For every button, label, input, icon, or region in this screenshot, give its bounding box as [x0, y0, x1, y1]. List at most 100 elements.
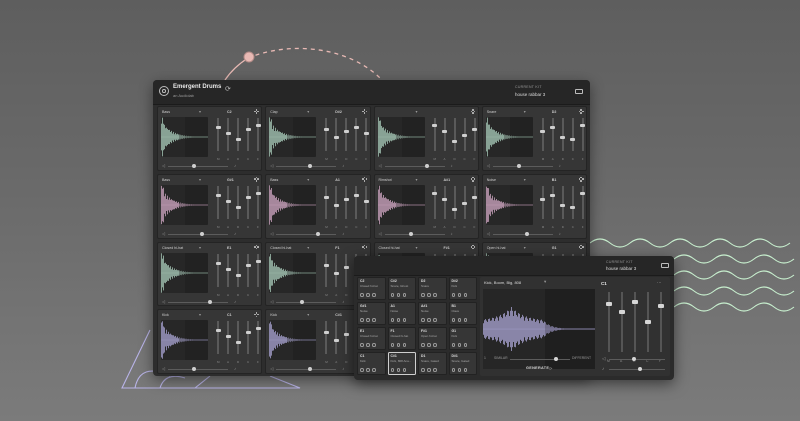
- volume-thumb[interactable]: [408, 231, 413, 236]
- envelope-fader[interactable]: [235, 185, 241, 219]
- refresh-small-icon[interactable]: ⟳: [549, 366, 552, 371]
- fader-knob[interactable]: [333, 136, 339, 139]
- pad-sample-name[interactable]: Closed hi-hat: [270, 246, 291, 250]
- pad-sample-name[interactable]: Bass: [162, 178, 170, 182]
- note-cell[interactable]: D#2 Kick: [448, 277, 477, 300]
- fader-knob[interactable]: [550, 126, 556, 129]
- envelope-fader[interactable]: [323, 118, 329, 151]
- envelope-fader[interactable]: [432, 185, 437, 219]
- fader-knob[interactable]: [245, 128, 251, 131]
- lock-icon[interactable]: [396, 318, 400, 322]
- similarity-slider[interactable]: 1 SIMILAR DIFFERENT: [484, 356, 594, 362]
- volume-thumb[interactable]: [524, 231, 529, 236]
- pad-waveform[interactable]: [269, 320, 317, 361]
- envelope-fader[interactable]: [550, 118, 556, 151]
- fader-knob[interactable]: [225, 132, 231, 135]
- pad-sample-name[interactable]: Bass: [162, 110, 170, 114]
- fader-knob[interactable]: [353, 193, 359, 197]
- volume-thumb[interactable]: [192, 367, 196, 372]
- note-cell[interactable]: D#1 Snare, Gated: [448, 352, 477, 375]
- fader-knob[interactable]: [235, 273, 241, 277]
- envelope-fader[interactable]: [550, 185, 556, 219]
- drum-pad[interactable]: Bass ▾ A1 M A D C F ◁ ♪: [265, 173, 371, 239]
- fader-knob[interactable]: [323, 331, 329, 335]
- sec-folder-icon[interactable]: [661, 263, 669, 268]
- envelope-fader[interactable]: [452, 118, 457, 151]
- fader-knob[interactable]: [353, 126, 359, 129]
- lock-icon[interactable]: [396, 343, 400, 347]
- fader-knob[interactable]: [333, 203, 339, 207]
- pad-waveform[interactable]: [377, 117, 425, 157]
- note-cell[interactable]: G1 Kick: [448, 327, 477, 350]
- fader-knob[interactable]: [255, 124, 261, 127]
- chevron-down-icon[interactable]: ▾: [416, 245, 418, 250]
- pad-volume-slider[interactable]: ◁ ♪: [270, 163, 369, 169]
- dice-icon[interactable]: [372, 343, 376, 347]
- volume-thumb[interactable]: [316, 231, 321, 236]
- play-icon[interactable]: [390, 343, 394, 347]
- envelope-fader[interactable]: [452, 185, 457, 219]
- fader-knob[interactable]: [619, 310, 625, 314]
- fader-knob[interactable]: [560, 203, 566, 207]
- envelope-fader[interactable]: [225, 321, 231, 355]
- drum-pad[interactable]: Closed hi-hat ▾ E1 M A D C F ◁ ♪: [157, 241, 263, 307]
- envelope-fader[interactable]: [255, 253, 261, 287]
- note-cell[interactable]: G#1 Noise: [357, 302, 386, 325]
- envelope-fader[interactable]: [215, 118, 221, 151]
- lock-icon[interactable]: [427, 368, 431, 372]
- note-cell[interactable]: C2 Closed hi-hat: [357, 277, 386, 300]
- fader-knob[interactable]: [323, 263, 329, 267]
- drag-handle-icon[interactable]: [362, 109, 368, 114]
- lock-icon[interactable]: [457, 318, 461, 322]
- envelope-fader[interactable]: [619, 292, 625, 352]
- drum-pad[interactable]: ▾ M A D C F ◁ ♪: [373, 106, 479, 171]
- envelope-fader[interactable]: [363, 118, 369, 151]
- lock-icon[interactable]: [427, 293, 431, 297]
- play-icon[interactable]: [421, 343, 425, 347]
- fader-knob[interactable]: [343, 130, 349, 133]
- fader-knob[interactable]: [452, 207, 457, 211]
- note-cell[interactable]: C#2 Snare, Ghost: [387, 277, 416, 300]
- envelope-fader[interactable]: [462, 118, 467, 151]
- pad-volume-slider[interactable]: ◁ ♪: [270, 231, 369, 237]
- drag-handle-icon[interactable]: [254, 109, 259, 114]
- chevron-down-icon[interactable]: ▾: [199, 245, 201, 250]
- fader-knob[interactable]: [570, 138, 576, 141]
- fader-knob[interactable]: [432, 124, 437, 127]
- envelope-fader[interactable]: [215, 253, 221, 287]
- pad-sample-name[interactable]: Rimshot: [379, 178, 392, 182]
- pad-sample-name[interactable]: Kick: [162, 313, 169, 317]
- envelope-fader[interactable]: [215, 185, 221, 219]
- dice-icon[interactable]: [433, 318, 437, 322]
- pad-waveform[interactable]: [269, 117, 317, 157]
- chevron-down-icon[interactable]: ▾: [416, 177, 418, 182]
- fader-knob[interactable]: [255, 327, 261, 331]
- pitch-thumb[interactable]: [638, 367, 642, 371]
- pad-volume-slider[interactable]: ◁ ♪: [487, 163, 586, 169]
- drag-handle-icon[interactable]: [578, 109, 584, 114]
- envelope-fader[interactable]: [462, 185, 467, 219]
- volume-thumb[interactable]: [200, 231, 204, 236]
- envelope-fader[interactable]: [432, 118, 437, 151]
- drag-handle-icon[interactable]: [578, 244, 584, 250]
- volume-thumb[interactable]: [632, 357, 636, 361]
- fader-knob[interactable]: [462, 201, 467, 205]
- fader-knob[interactable]: [432, 191, 437, 195]
- envelope-fader[interactable]: [343, 321, 349, 355]
- pad-waveform[interactable]: [269, 184, 317, 225]
- dice-icon[interactable]: [463, 293, 467, 297]
- envelope-fader[interactable]: [245, 185, 251, 219]
- envelope-fader[interactable]: [645, 292, 651, 352]
- envelope-fader[interactable]: [215, 321, 221, 355]
- pad-sample-name[interactable]: Closed hi-hat: [162, 246, 183, 250]
- fader-knob[interactable]: [632, 300, 638, 304]
- pad-waveform[interactable]: [485, 184, 533, 225]
- fader-knob[interactable]: [215, 126, 221, 129]
- chevron-down-icon[interactable]: ▾: [416, 109, 418, 114]
- drag-handle-icon[interactable]: [254, 244, 259, 250]
- play-icon[interactable]: [390, 318, 394, 322]
- pad-sample-name[interactable]: Bass: [270, 178, 278, 182]
- note-cell[interactable]: D2 Snare: [418, 277, 447, 300]
- lock-icon[interactable]: [396, 368, 400, 372]
- fader-knob[interactable]: [363, 132, 369, 135]
